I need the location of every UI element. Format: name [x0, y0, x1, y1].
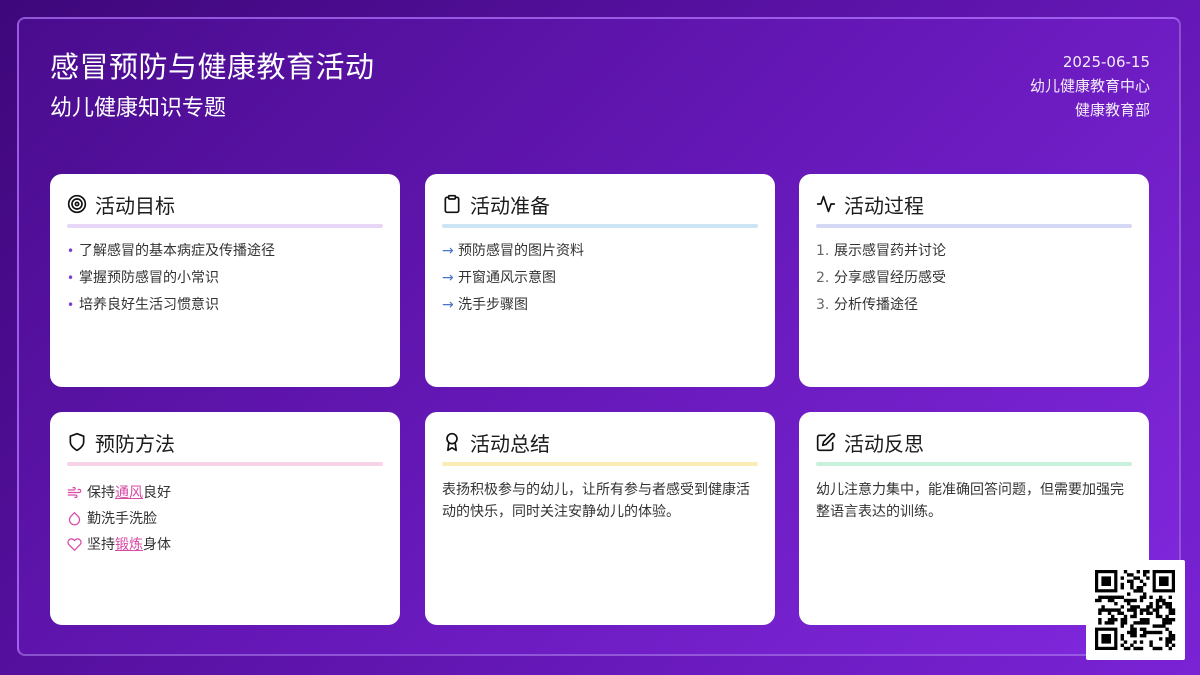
card-divider [67, 224, 383, 228]
highlight-text: 通风 [115, 485, 143, 501]
header-meta: 2025-06-15 幼儿健康教育中心 健康教育部 [1030, 50, 1150, 122]
org-label: 幼儿健康教育中心 [1029, 77, 1150, 95]
list-item: → 预防感冒的图片资料 [442, 243, 584, 259]
heart-icon [67, 537, 87, 552]
qr-code[interactable] [1086, 560, 1185, 660]
list-item: 坚持 锻炼 身体 [67, 531, 383, 557]
card-divider [816, 462, 1132, 466]
card-divider [442, 462, 758, 466]
wind-icon [67, 485, 87, 500]
process-list: 1. 展示感冒药并讨论 2. 分享感冒经历感受 3. 分析传播途径 [816, 241, 1132, 322]
card-summary: 活动总结 表扬积极参与的幼儿，让所有参与者感受到健康活动的快乐，同时关注安静幼儿… [425, 412, 775, 625]
page-title: 感冒预防与健康教育活动 [50, 50, 375, 84]
card-title: 活动准备 [470, 193, 550, 218]
card-title: 活动总结 [470, 431, 550, 456]
list-item: • 培养良好生活习惯意识 [67, 297, 219, 313]
shield-icon [67, 432, 87, 452]
list-item: 3. 分析传播途径 [816, 297, 918, 313]
page-subtitle: 幼儿健康知识专题 [50, 96, 227, 121]
list-item: → 开窗通风示意图 [442, 270, 556, 286]
activity-icon [816, 194, 836, 214]
prevention-list: 保持 通风 良好 勤洗手洗脸 坚持 锻炼 身体 [67, 479, 383, 557]
card-title: 活动过程 [844, 193, 924, 218]
clipboard-icon [442, 194, 462, 214]
award-icon [442, 432, 462, 452]
card-title: 预防方法 [95, 431, 175, 456]
card-process: 活动过程 1. 展示感冒药并讨论 2. 分享感冒经历感受 3. 分析传播途径 [799, 174, 1149, 387]
card-title: 活动目标 [95, 193, 175, 218]
list-item: → 洗手步骤图 [442, 297, 528, 313]
list-item: 2. 分享感冒经历感受 [816, 270, 946, 286]
dept-label: 健康教育部 [1074, 101, 1150, 119]
highlight-text: 锻炼 [115, 537, 143, 553]
list-item: • 掌握预防感冒的小常识 [67, 270, 219, 286]
reflection-text: 幼儿注意力集中，能准确回答问题，但需要加强完整语言表达的训练。 [816, 482, 1124, 520]
qr-code-image [1095, 570, 1176, 651]
summary-text: 表扬积极参与的幼儿，让所有参与者感受到健康活动的快乐，同时关注安静幼儿的体验。 [442, 482, 750, 520]
goals-list: • 了解感冒的基本病症及传播途径 • 掌握预防感冒的小常识 • 培养良好生活习惯意识 [67, 241, 383, 322]
card-divider [442, 224, 758, 228]
list-item: 勤洗手洗脸 [67, 505, 383, 531]
card-divider [67, 462, 383, 466]
prep-list: → 预防感冒的图片资料 → 开窗通风示意图 → 洗手步骤图 [442, 241, 758, 322]
target-icon [67, 194, 87, 214]
date-label: 2025-06-15 [1062, 53, 1150, 71]
card-preparation: 活动准备 → 预防感冒的图片资料 → 开窗通风示意图 → 洗手步骤图 [425, 174, 775, 387]
card-title: 活动反思 [844, 431, 924, 456]
card-goals: 活动目标 • 了解感冒的基本病症及传播途径 • 掌握预防感冒的小常识 • 培养良好生活… [50, 174, 400, 387]
edit-icon [816, 432, 836, 452]
list-item: 保持 通风 良好 [67, 479, 383, 505]
droplet-icon [67, 511, 87, 526]
card-divider [816, 224, 1132, 228]
list-item: 1. 展示感冒药并讨论 [816, 243, 946, 259]
list-item: • 了解感冒的基本病症及传播途径 [67, 243, 275, 259]
card-prevention: 预防方法 保持 通风 良好 勤洗手洗脸 坚持 锻炼 身体 [50, 412, 400, 625]
